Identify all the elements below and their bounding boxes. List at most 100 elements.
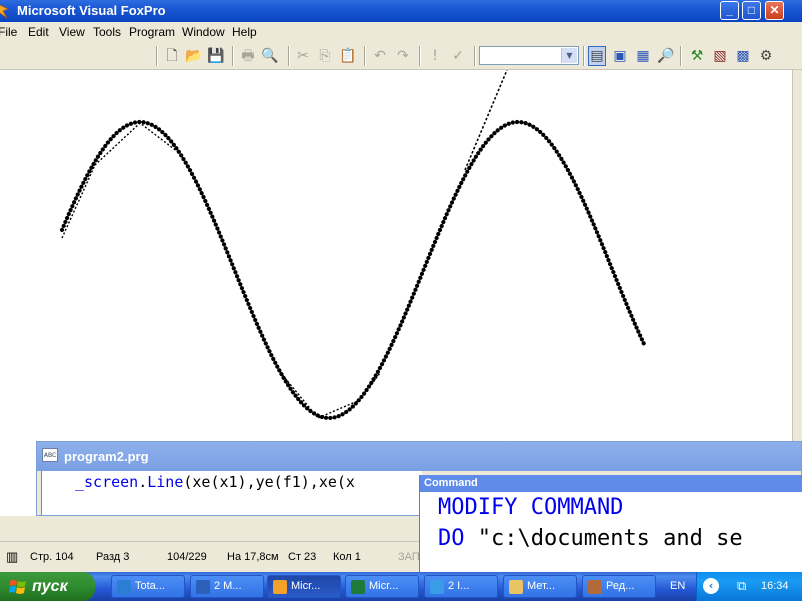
task-button-1[interactable]: Tota... bbox=[111, 575, 185, 598]
task-button-5[interactable]: 2 I... bbox=[424, 575, 498, 598]
data-session-icon[interactable]: ▦ bbox=[634, 48, 652, 64]
status-section: Разд 3 bbox=[96, 551, 130, 563]
sine-curve bbox=[59, 119, 648, 421]
toolbar-separator bbox=[680, 46, 682, 66]
standard-toolbar: 🗋 📂 💾 🖶 🔍 ✂ ⎘ 📋 ↶ ↷ ! ✓ ▼ ▤ ▣ ▦ 🔎 ⚒ ▧ ▩ … bbox=[0, 41, 802, 70]
undo-icon[interactable]: ↶ bbox=[371, 48, 389, 64]
code-keyword-line: Line bbox=[147, 473, 184, 491]
menu-file[interactable]: File bbox=[0, 25, 17, 39]
task-label-1: Tota... bbox=[135, 580, 165, 592]
internet-explorer-icon bbox=[430, 580, 444, 594]
new-icon[interactable]: 🗋 bbox=[163, 48, 181, 64]
network-icon[interactable]: ⧉ bbox=[737, 579, 746, 594]
status-page: Стр. 104 bbox=[30, 551, 74, 563]
taskbar: пуск Tota... 2 M... Micr... Micr... 2 I.… bbox=[0, 572, 802, 601]
maximize-button[interactable]: □ bbox=[742, 1, 761, 20]
tangent-line bbox=[464, 70, 508, 171]
command-window[interactable]: Command MODIFY COMMAND DO "c:\documents … bbox=[419, 475, 802, 572]
foxpro-app-icon bbox=[0, 4, 9, 19]
command-window-icon[interactable]: ▤ bbox=[588, 46, 606, 66]
menu-help[interactable]: Help bbox=[232, 25, 257, 39]
toolbar-separator bbox=[364, 46, 366, 66]
task-button-2[interactable]: 2 M... bbox=[190, 575, 264, 598]
command-path: "c:\documents and se bbox=[464, 526, 743, 551]
language-indicator[interactable]: EN bbox=[670, 580, 685, 592]
task-label-3: Micr... bbox=[291, 580, 321, 592]
command-line-1[interactable]: MODIFY COMMAND bbox=[438, 495, 623, 520]
word-icon bbox=[196, 580, 210, 594]
status-line: Ст 23 bbox=[288, 551, 317, 563]
toolbar-separator bbox=[232, 46, 234, 66]
task-button-6[interactable]: Мет... bbox=[503, 575, 577, 598]
task-button-4[interactable]: Micr... bbox=[345, 575, 419, 598]
command-line-2[interactable]: DO "c:\documents and se bbox=[438, 526, 743, 551]
report-icon[interactable]: ▧ bbox=[711, 48, 729, 64]
database-combo[interactable]: ▼ bbox=[479, 46, 579, 65]
open-icon[interactable]: 📂 bbox=[185, 48, 203, 64]
command-window-title[interactable]: Command bbox=[420, 475, 802, 492]
command-keyword-do: DO bbox=[438, 526, 465, 551]
toolbar-separator bbox=[474, 46, 476, 66]
system-tray: ‹ ⧉ 16:34 bbox=[696, 572, 802, 601]
class-browser-icon[interactable]: 🔎 bbox=[657, 48, 675, 64]
cut-icon[interactable]: ✂ bbox=[294, 48, 312, 64]
task-label-2: 2 M... bbox=[214, 580, 242, 592]
code-line: _screen.Line(xe(x1),ye(f1),xe(x bbox=[75, 473, 355, 491]
close-button[interactable]: ✕ bbox=[765, 1, 784, 20]
help-icon[interactable]: ⚙ bbox=[757, 48, 775, 64]
tray-expand-icon[interactable]: ‹ bbox=[703, 578, 719, 594]
clock[interactable]: 16:34 bbox=[761, 580, 789, 592]
run-icon[interactable]: ! bbox=[426, 48, 444, 64]
properties-icon[interactable]: ▣ bbox=[611, 48, 629, 64]
task-label-5: 2 I... bbox=[448, 580, 470, 592]
screen-drawing-canvas bbox=[59, 70, 648, 421]
paint-icon bbox=[588, 580, 602, 594]
print-icon[interactable]: 🖶 bbox=[239, 48, 257, 64]
chevron-down-icon[interactable]: ▼ bbox=[561, 48, 577, 63]
toolbar-separator bbox=[288, 46, 290, 66]
form-wizard-icon[interactable]: ⚒ bbox=[688, 48, 706, 64]
paste-icon[interactable]: 📋 bbox=[339, 48, 357, 64]
start-label: пуск bbox=[32, 578, 68, 595]
command-keyword-modify: MODIFY COMMAND bbox=[438, 495, 624, 520]
status-at: На 17,8см bbox=[227, 551, 279, 563]
foxpro-icon bbox=[273, 580, 287, 594]
window-title: Microsoft Visual FoxPro bbox=[17, 3, 166, 18]
status-grip-icon: ▥ bbox=[6, 549, 19, 564]
options-icon[interactable]: ▩ bbox=[734, 48, 752, 64]
task-label-7: Ред... bbox=[606, 580, 635, 592]
status-record-mode: ЗАП bbox=[398, 551, 420, 563]
menu-bar: File Edit View Tools Program Window Help bbox=[0, 22, 802, 41]
status-bar: ▥ Стр. 104 Разд 3 104/229 На 17,8см Ст 2… bbox=[0, 541, 420, 572]
minimize-button[interactable]: _ bbox=[720, 1, 739, 20]
menu-view[interactable]: View bbox=[59, 25, 85, 39]
program-file-icon: ABC bbox=[42, 448, 58, 462]
status-column: Кол 1 bbox=[333, 551, 361, 563]
redo-icon[interactable]: ↷ bbox=[394, 48, 412, 64]
editor-text-area[interactable]: _screen.Line(xe(x1),ye(f1),xe(x bbox=[41, 471, 422, 515]
task-button-3[interactable]: Micr... bbox=[267, 575, 341, 598]
menu-program[interactable]: Program bbox=[129, 25, 175, 39]
folder-icon bbox=[509, 580, 523, 594]
code-dot: . bbox=[138, 473, 148, 491]
toolbar-separator bbox=[419, 46, 421, 66]
modify-form-icon[interactable]: ✓ bbox=[449, 48, 467, 64]
copy-icon[interactable]: ⎘ bbox=[316, 48, 334, 64]
editor-title: program2.prg bbox=[64, 449, 149, 464]
start-button[interactable]: пуск bbox=[0, 572, 95, 601]
menu-edit[interactable]: Edit bbox=[28, 25, 49, 39]
code-keyword-screen: _screen bbox=[75, 473, 139, 491]
menu-window[interactable]: Window bbox=[182, 25, 225, 39]
code-args: (xe(x1),ye(f1),xe(x bbox=[183, 473, 355, 491]
toolbar-separator bbox=[156, 46, 158, 66]
total-commander-icon bbox=[117, 580, 131, 594]
menu-tools[interactable]: Tools bbox=[93, 25, 121, 39]
task-button-7[interactable]: Ред... bbox=[582, 575, 656, 598]
status-page-count: 104/229 bbox=[167, 551, 207, 563]
title-bar: Microsoft Visual FoxPro _ □ ✕ bbox=[0, 0, 802, 22]
excel-icon bbox=[351, 580, 365, 594]
print-preview-icon[interactable]: 🔍 bbox=[261, 48, 279, 64]
editor-title-bar[interactable]: ABC program2.prg bbox=[37, 442, 801, 471]
save-icon[interactable]: 💾 bbox=[207, 48, 225, 64]
background-band bbox=[0, 516, 419, 541]
